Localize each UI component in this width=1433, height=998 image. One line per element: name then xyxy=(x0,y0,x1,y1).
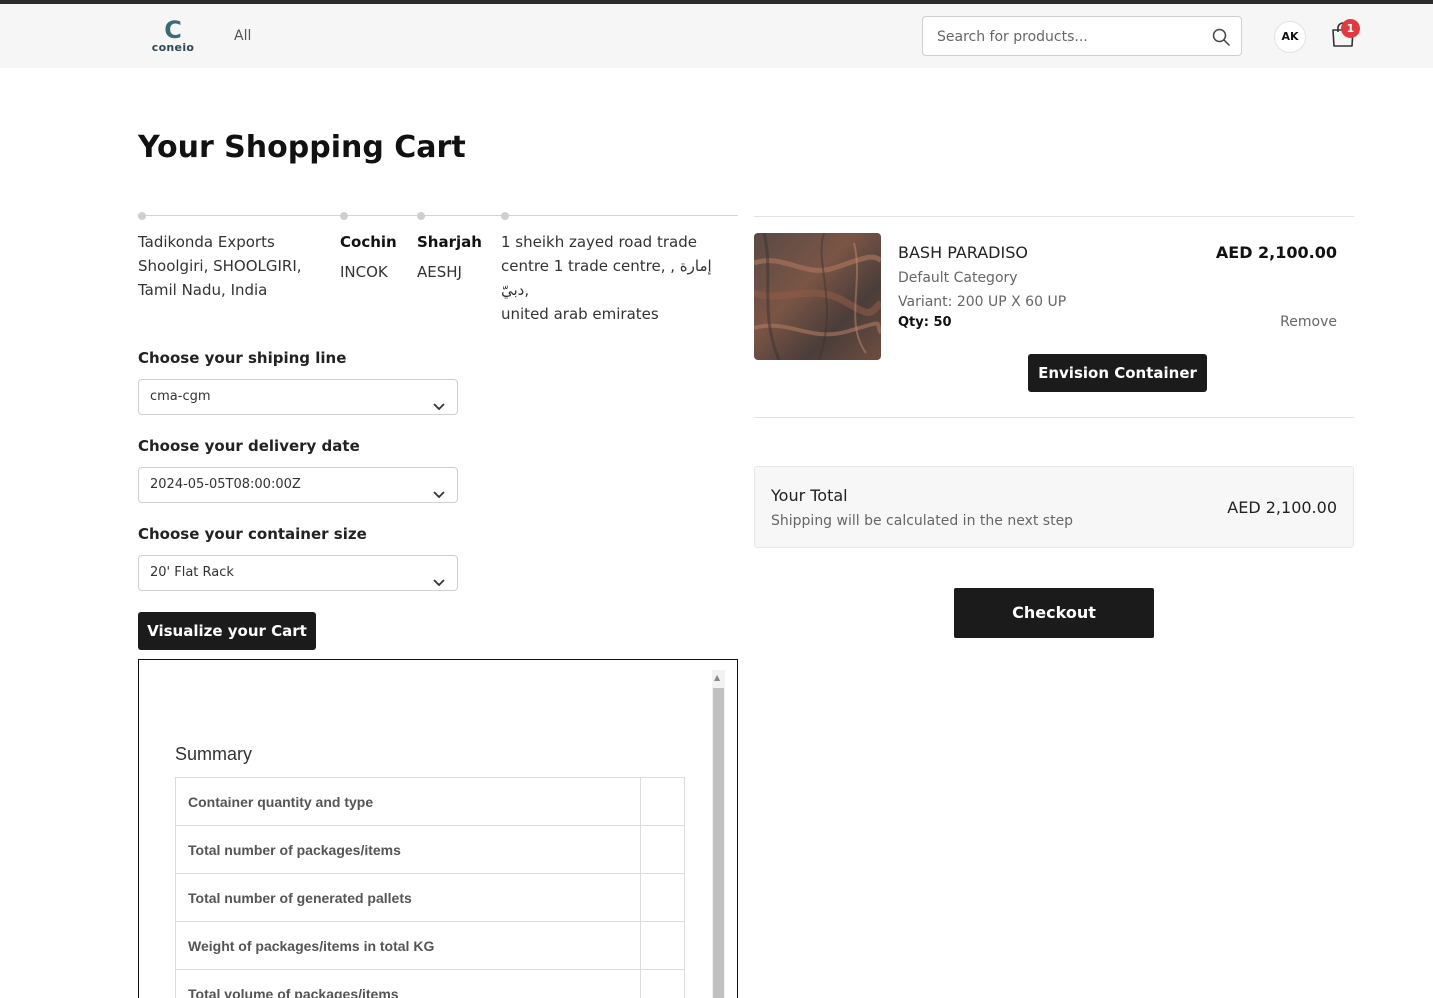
product-image[interactable] xyxy=(754,233,881,360)
chevron-down-icon xyxy=(433,480,445,499)
logo-mark: C xyxy=(164,16,182,44)
summary-row-value xyxy=(640,825,685,874)
shipping-note: Shipping will be calculated in the next … xyxy=(771,513,1074,529)
summary-title: Summary xyxy=(175,744,253,764)
port-loading-code: INCOK xyxy=(340,263,388,281)
summary-row-value xyxy=(640,777,685,826)
shipping-line-label: Choose your shiping line xyxy=(138,349,347,367)
origin-name: Tadikonda Exports xyxy=(138,233,275,251)
table-row: Container quantity and type xyxy=(175,777,685,826)
delivery-date-select[interactable]: 2024-05-05T08:00:00Z xyxy=(138,467,458,503)
table-row: Total volume of packages/items xyxy=(175,969,685,998)
destination-line-2: centre 1 trade centre, , إمارة دبيّ, xyxy=(501,257,712,299)
table-row: Total number of generated pallets xyxy=(175,873,685,922)
cart-bottom-divider xyxy=(754,417,1354,418)
port-discharge-name: Sharjah xyxy=(417,233,482,251)
summary-row-label: Total volume of packages/items xyxy=(175,969,641,998)
cart-count-badge: 1 xyxy=(1341,19,1360,38)
route-dot-destination xyxy=(501,212,509,220)
total-amount: AED 2,100.00 xyxy=(1227,498,1337,517)
scroll-up-arrow-icon[interactable]: ▲ xyxy=(714,673,720,682)
origin-address-line-2: Tamil Nadu, India xyxy=(138,281,268,299)
nav-all-link[interactable]: All xyxy=(234,28,251,44)
delivery-date-label: Choose your delivery date xyxy=(138,437,360,455)
summary-row-label: Total number of generated pallets xyxy=(175,873,641,922)
product-category: Default Category xyxy=(898,270,1018,286)
order-total-box: Your Total Shipping will be calculated i… xyxy=(754,466,1354,548)
destination-line-1: 1 sheikh zayed road trade xyxy=(501,233,697,251)
route-port-loading: Cochin INCOK xyxy=(340,227,397,287)
search-input[interactable] xyxy=(937,26,1197,48)
visualize-cart-button[interactable]: Visualize your Cart xyxy=(138,612,316,650)
port-discharge-code: AESHJ xyxy=(417,263,462,281)
summary-row-label: Container quantity and type xyxy=(175,777,641,826)
summary-row-label: Total number of packages/items xyxy=(175,825,641,874)
product-price: AED 2,100.00 xyxy=(1215,243,1337,262)
shipping-line-value: cma-cgm xyxy=(150,389,211,404)
container-size-select[interactable]: 20' Flat Rack xyxy=(138,555,458,591)
route-dot-origin xyxy=(138,212,146,220)
route-destination: 1 sheikh zayed road trade centre 1 trade… xyxy=(501,230,738,326)
shipping-route: Tadikonda Exports Shoolgiri, SHOOLGIRI, … xyxy=(138,210,738,323)
port-loading-name: Cochin xyxy=(340,233,397,251)
delivery-date-value: 2024-05-05T08:00:00Z xyxy=(150,477,301,492)
container-size-label: Choose your container size xyxy=(138,525,367,543)
checkout-button[interactable]: Checkout xyxy=(954,588,1154,638)
total-label: Your Total xyxy=(771,486,848,505)
shipping-line-select[interactable]: cma-cgm xyxy=(138,379,458,415)
table-row: Total number of packages/items xyxy=(175,825,685,874)
destination-line-3: united arab emirates xyxy=(501,305,659,323)
visualizer-scrollbar[interactable]: ▲ xyxy=(712,670,725,998)
product-variant: Variant: 200 UP X 60 UP xyxy=(898,294,1067,310)
route-dot-port-loading xyxy=(340,212,348,220)
table-row: Weight of packages/items in total KG xyxy=(175,921,685,970)
remove-item-button[interactable]: Remove xyxy=(1280,314,1337,330)
cart-top-divider xyxy=(754,216,1354,217)
summary-row-value xyxy=(640,969,685,998)
search-box xyxy=(922,16,1242,56)
logo-text: coneio xyxy=(151,41,195,54)
product-name[interactable]: BASH PARADISO xyxy=(898,243,1028,262)
product-quantity: Qty: 50 xyxy=(898,315,952,330)
route-dot-port-discharge xyxy=(417,212,425,220)
page-title: Your Shopping Cart xyxy=(138,130,466,165)
chevron-down-icon xyxy=(433,568,445,587)
summary-table: Container quantity and type Total number… xyxy=(175,777,685,998)
scrollbar-thumb[interactable] xyxy=(713,688,724,998)
route-origin: Tadikonda Exports Shoolgiri, SHOOLGIRI, … xyxy=(138,230,302,302)
search-icon[interactable] xyxy=(1211,27,1231,47)
summary-row-value xyxy=(640,873,685,922)
user-avatar[interactable]: AK xyxy=(1274,21,1306,53)
envision-container-button[interactable]: Envision Container xyxy=(1028,354,1207,392)
coneio-logo[interactable]: C coneio xyxy=(150,18,196,58)
route-port-discharge: Sharjah AESHJ xyxy=(417,227,482,287)
cart-visualizer-panel: Summary Container quantity and type Tota… xyxy=(138,659,738,998)
summary-row-value xyxy=(640,921,685,970)
origin-address-line-1: Shoolgiri, SHOOLGIRI, xyxy=(138,257,302,275)
container-size-value: 20' Flat Rack xyxy=(150,565,234,580)
chevron-down-icon xyxy=(433,392,445,411)
route-line xyxy=(138,215,738,216)
site-header: C coneio All AK 1 xyxy=(0,4,1433,68)
summary-row-label: Weight of packages/items in total KG xyxy=(175,921,641,970)
